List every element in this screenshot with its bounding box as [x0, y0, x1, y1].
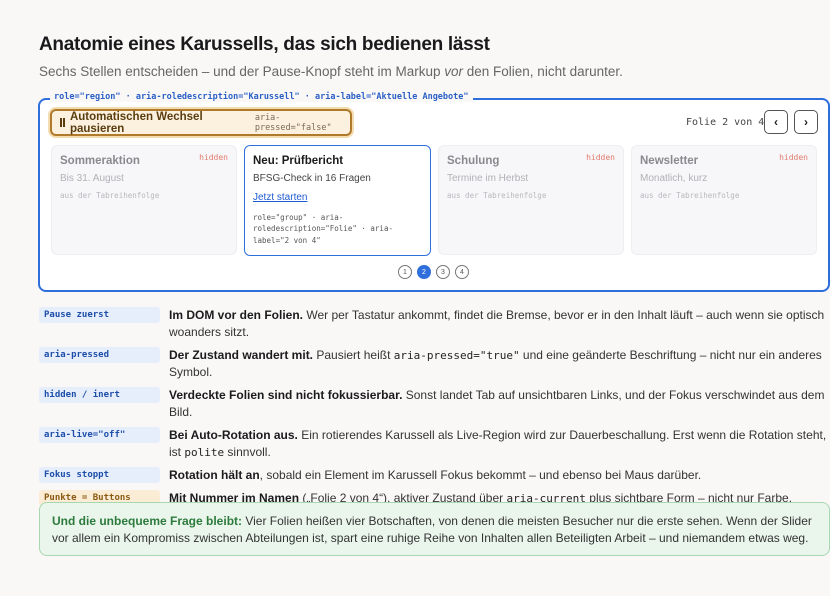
list-item: Fokus stoppt Rotation hält an, sobald ei… [39, 467, 830, 484]
row-body: Pausiert heißt [313, 348, 394, 362]
row-tag: Pause zuerst [39, 307, 160, 323]
previous-slide-button[interactable]: ‹ [764, 110, 788, 134]
subtitle-text-end: den Folien, nicht darunter. [463, 64, 623, 79]
row-tag: aria-pressed [39, 347, 160, 363]
slide-note: aus der Tabreihenfolge [447, 191, 547, 200]
row-text: Im DOM vor den Folien. Wer per Tastatur … [169, 307, 830, 341]
callout-note: Und die unbequeme Frage bleibt: Vier Fol… [39, 502, 830, 556]
row-bold: Im DOM vor den Folien. [169, 308, 304, 322]
dot-button-3[interactable]: 3 [436, 265, 450, 279]
chevron-right-icon: › [804, 115, 808, 129]
list-item: hidden / inert Verdeckte Folien sind nic… [39, 387, 830, 421]
row-bold: Bei Auto-Rotation aus. [169, 428, 298, 442]
page-title: Anatomie eines Karussells, das sich bedi… [39, 34, 490, 55]
row-text: Bei Auto-Rotation aus. Ein rotierendes K… [169, 427, 830, 461]
list-item: aria-live="off" Bei Auto-Rotation aus. E… [39, 427, 830, 461]
pause-aria-attr: aria-pressed="false" [254, 112, 332, 133]
list-item: aria-pressed Der Zustand wandert mit. Pa… [39, 347, 830, 381]
row-body: , sobald ein Element im Karussell Fokus … [259, 468, 702, 482]
row-text: Der Zustand wandert mit. Pausiert heißt … [169, 347, 830, 381]
row-bold: Rotation hält an [169, 468, 260, 482]
slide-note: aus der Tabreihenfolge [640, 191, 740, 200]
row-bold: Verdeckte Folien sind nicht fokussierbar… [169, 388, 403, 402]
slide-1: Sommeraktion Bis 31. August aus der Tabr… [51, 145, 237, 255]
row-text: Verdeckte Folien sind nicht fokussierbar… [169, 387, 830, 421]
slide-note: aus der Tabreihenfolge [60, 191, 160, 200]
slide-subtitle: BFSG-Check in 16 Fragen [253, 173, 371, 184]
row-text: Rotation hält an, sobald ein Element im … [169, 467, 701, 484]
row-tag: hidden / inert [39, 387, 160, 403]
slide-subtitle: Monatlich, kurz [640, 173, 708, 184]
slide-4: Newsletter Monatlich, kurz aus der Tabre… [631, 145, 817, 255]
pause-icon [60, 118, 65, 127]
hidden-badge: hidden [199, 153, 228, 162]
slide-attributes: role="group" · aria-roledescription="Fol… [253, 213, 393, 245]
start-link[interactable]: Jetzt starten [253, 192, 307, 203]
pause-button-label: Automatischen Wechsel pausieren [69, 110, 203, 135]
note-heading: Und die unbequeme Frage bleibt: [52, 514, 243, 528]
slide-2-active: Neu: Prüfbericht BFSG-Check in 16 Fragen… [244, 145, 431, 256]
list-item: Pause zuerst Im DOM vor den Folien. Wer … [39, 307, 830, 341]
subtitle-emphasis: vor [444, 64, 464, 79]
dot-button-4[interactable]: 4 [455, 265, 469, 279]
explanation-list: Pause zuerst Im DOM vor den Folien. Wer … [39, 307, 830, 513]
slide-3: Schulung Termine im Herbst aus der Tabre… [438, 145, 624, 255]
slide-counter: Folie 2 von 4 [686, 117, 765, 128]
slide-dots: 1 2 3 4 [398, 265, 469, 279]
slide-title: Neu: Prüfbericht [253, 155, 344, 167]
dot-button-2[interactable]: 2 [417, 265, 431, 279]
subtitle-text: Sechs Stellen entscheiden – und der Paus… [39, 64, 445, 79]
row-tag: aria-live="off" [39, 427, 160, 443]
row-bold: Der Zustand wandert mit. [169, 348, 314, 362]
chevron-left-icon: ‹ [774, 115, 778, 129]
slide-subtitle: Termine im Herbst [447, 173, 529, 184]
row-body-end: sinnvoll. [224, 445, 271, 459]
row-code: polite [184, 446, 225, 459]
page-subtitle: Sechs Stellen entscheiden – und der Paus… [39, 64, 623, 79]
pause-rotation-button[interactable]: Automatischen Wechsel pausieren aria-pre… [50, 109, 352, 136]
row-code: aria-pressed="true" [393, 349, 520, 362]
hidden-badge: hidden [779, 153, 808, 162]
next-slide-button[interactable]: › [794, 110, 818, 134]
row-tag: Fokus stoppt [39, 467, 160, 483]
region-attributes-label: role="region" · aria-roledescription="Ka… [50, 92, 473, 102]
hidden-badge: hidden [586, 153, 615, 162]
dot-button-1[interactable]: 1 [398, 265, 412, 279]
slide-subtitle: Bis 31. August [60, 173, 124, 184]
